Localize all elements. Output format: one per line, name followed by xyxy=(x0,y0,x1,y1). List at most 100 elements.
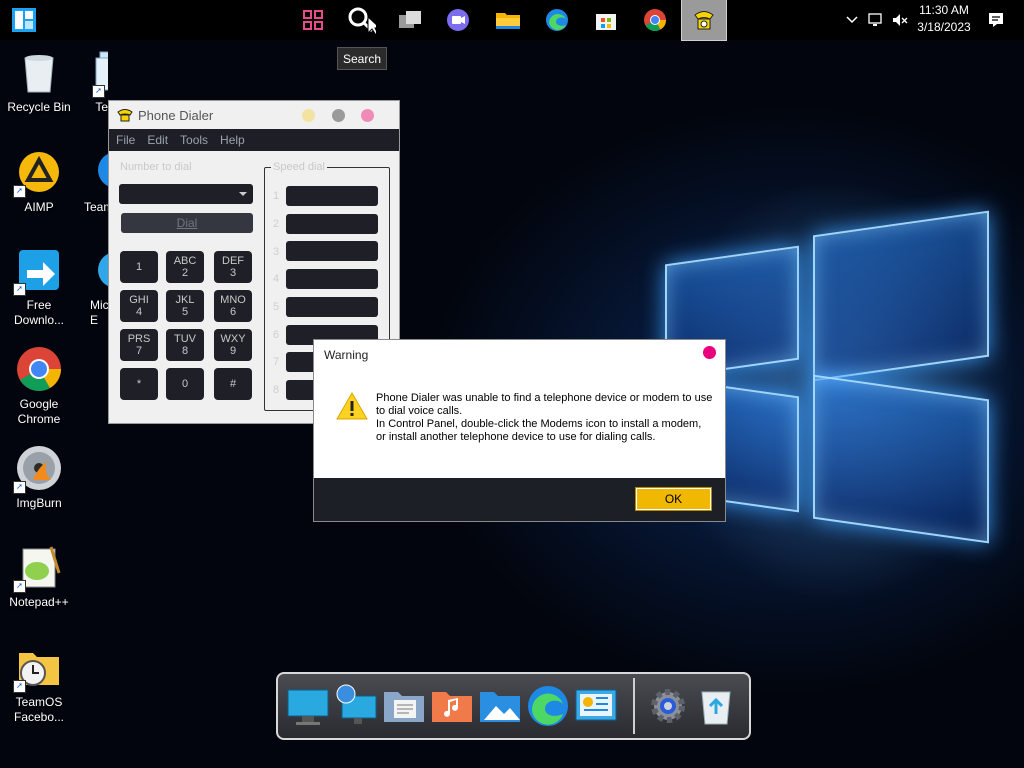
speed-dial-number: 3 xyxy=(273,246,280,258)
speed-dial-number: 1 xyxy=(273,190,280,202)
chrome-icon xyxy=(15,345,63,393)
desktop-icon-teams[interactable]: Team xyxy=(80,148,108,215)
key-7[interactable]: PRS 7 xyxy=(120,329,158,361)
speed-dial-button-4[interactable] xyxy=(286,269,378,289)
key-letters: PRS xyxy=(127,333,151,345)
widgets-icon[interactable] xyxy=(291,0,335,40)
warning-close-button[interactable] xyxy=(703,346,716,359)
settings-gear-icon[interactable] xyxy=(646,684,690,728)
menu-file[interactable]: File xyxy=(116,133,135,147)
chevron-up-icon[interactable] xyxy=(840,0,864,40)
start-tiles-icon[interactable] xyxy=(2,0,46,40)
warning-message: Phone Dialer was unable to find a teleph… xyxy=(376,392,714,444)
warning-dialog: Warning Phone Dialer was unable to find … xyxy=(313,339,726,522)
pictures-folder-icon[interactable] xyxy=(478,684,522,728)
key-digit: 4 xyxy=(135,306,143,318)
key-hash[interactable]: # xyxy=(214,368,252,400)
desktop-icon-recycle-bin[interactable]: Recycle Bin xyxy=(0,48,78,115)
task-view-icon[interactable] xyxy=(388,0,432,40)
desktop-icon-label: AIMP xyxy=(24,200,54,214)
key-letters: WXY xyxy=(220,333,246,345)
search-icon[interactable] xyxy=(339,0,383,40)
clock[interactable]: 11:30 AM 3/18/2023 xyxy=(912,2,976,36)
desktop-icon-label: Free Downlo... xyxy=(13,298,65,327)
teams-chat-icon[interactable] xyxy=(436,0,480,40)
maximize-button[interactable] xyxy=(332,109,345,122)
folder-clock-icon: ➚ xyxy=(13,643,63,693)
key-digit: 5 xyxy=(181,306,189,318)
speed-dial-button-1[interactable] xyxy=(286,186,378,206)
taskbar: Search 11:30 AM 3/18/2023 xyxy=(0,0,1024,70)
key-1[interactable]: 1 xyxy=(120,251,158,283)
menu-edit[interactable]: Edit xyxy=(147,133,168,147)
search-tooltip: Search xyxy=(337,47,387,70)
key-digit: 8 xyxy=(181,345,189,357)
monitor-icon[interactable] xyxy=(286,684,330,728)
control-panel-icon[interactable] xyxy=(574,684,618,728)
desktop-icon-label: Te xyxy=(95,100,108,114)
number-to-dial-label: Number to dial xyxy=(120,161,192,173)
key-0[interactable]: 0 xyxy=(166,368,204,400)
key-digit: 1 xyxy=(135,261,143,273)
desktop-icon-label: Notepad++ xyxy=(9,595,69,609)
chrome-icon[interactable] xyxy=(633,0,677,40)
key-letters: ABC xyxy=(173,255,197,267)
speed-dial-button-5[interactable] xyxy=(286,297,378,317)
clock-date: 3/18/2023 xyxy=(917,20,971,34)
documents-folder-icon[interactable] xyxy=(382,684,426,728)
menu-tools[interactable]: Tools xyxy=(180,133,208,147)
warning-title: Warning xyxy=(324,348,369,362)
number-to-dial-combobox[interactable] xyxy=(119,184,253,204)
recycle-bin-icon[interactable] xyxy=(694,684,738,728)
volume-muted-icon[interactable] xyxy=(888,0,912,40)
speed-dial-button-2[interactable] xyxy=(286,214,378,234)
key-digit: 7 xyxy=(135,345,143,357)
notifications-icon[interactable] xyxy=(984,0,1008,40)
desktop-icon-teamos-facebook[interactable]: ➚ TeamOS Facebo... xyxy=(0,643,78,725)
edge-icon[interactable] xyxy=(526,684,570,728)
desktop-icon-imgburn[interactable]: ➚ ImgBurn xyxy=(0,444,78,511)
key-2[interactable]: ABC 2 xyxy=(166,251,204,283)
key-letters: GHI xyxy=(129,294,149,306)
dialer-titlebar[interactable]: Phone Dialer xyxy=(109,101,399,129)
file-explorer-icon[interactable] xyxy=(486,0,530,40)
key-8[interactable]: TUV 8 xyxy=(166,329,204,361)
key-5[interactable]: JKL 5 xyxy=(166,290,204,322)
key-digit: 9 xyxy=(229,345,237,357)
minimize-button[interactable] xyxy=(302,109,315,122)
desktop-icon-aimp[interactable]: ➚ AIMP xyxy=(0,148,78,215)
ok-button[interactable]: OK xyxy=(635,487,712,511)
key-9[interactable]: WXY 9 xyxy=(214,329,252,361)
desktop-icon-notepad-plus-plus[interactable]: ➚ Notepad++ xyxy=(0,543,78,610)
dialer-title: Phone Dialer xyxy=(138,108,214,123)
key-6[interactable]: MNO 6 xyxy=(214,290,252,322)
close-button[interactable] xyxy=(361,109,374,122)
dialer-menubar: File Edit Tools Help xyxy=(109,129,399,151)
menu-help[interactable]: Help xyxy=(220,133,245,147)
key-star[interactable]: * xyxy=(120,368,158,400)
key-letters: JKL xyxy=(175,294,195,306)
desktop-icon-free-download[interactable]: ➚ Free Downlo... xyxy=(0,246,78,328)
speed-dial-number: 8 xyxy=(273,384,280,396)
phone-dialer-icon[interactable] xyxy=(681,0,727,41)
dial-button[interactable]: Dial xyxy=(121,213,253,233)
notepad-plus-plus-icon: ➚ xyxy=(13,543,63,593)
desktop-icon-microsoft-edge[interactable]: Mic E xyxy=(80,246,108,328)
edge-icon[interactable] xyxy=(535,0,579,40)
network-globe-icon[interactable] xyxy=(334,684,378,728)
key-4[interactable]: GHI 4 xyxy=(120,290,158,322)
desktop-icon-google-chrome[interactable]: Google Chrome xyxy=(0,345,78,427)
key-3[interactable]: DEF 3 xyxy=(214,251,252,283)
document-icon: ➚ xyxy=(92,48,108,98)
key-digit: 3 xyxy=(229,267,237,279)
speed-dial-button-3[interactable] xyxy=(286,241,378,261)
edge-icon xyxy=(92,246,108,294)
music-folder-icon[interactable] xyxy=(430,684,474,728)
microsoft-store-icon[interactable] xyxy=(584,0,628,40)
desktop-icon-label: TeamOS Facebo... xyxy=(13,695,65,724)
speed-dial-number: 6 xyxy=(273,329,280,341)
network-icon[interactable] xyxy=(864,0,888,40)
desktop-icon-te[interactable]: ➚ Te xyxy=(78,48,108,115)
phone-dialer-app-icon xyxy=(117,107,133,126)
desktop-icon-label: Google Chrome xyxy=(17,397,61,426)
